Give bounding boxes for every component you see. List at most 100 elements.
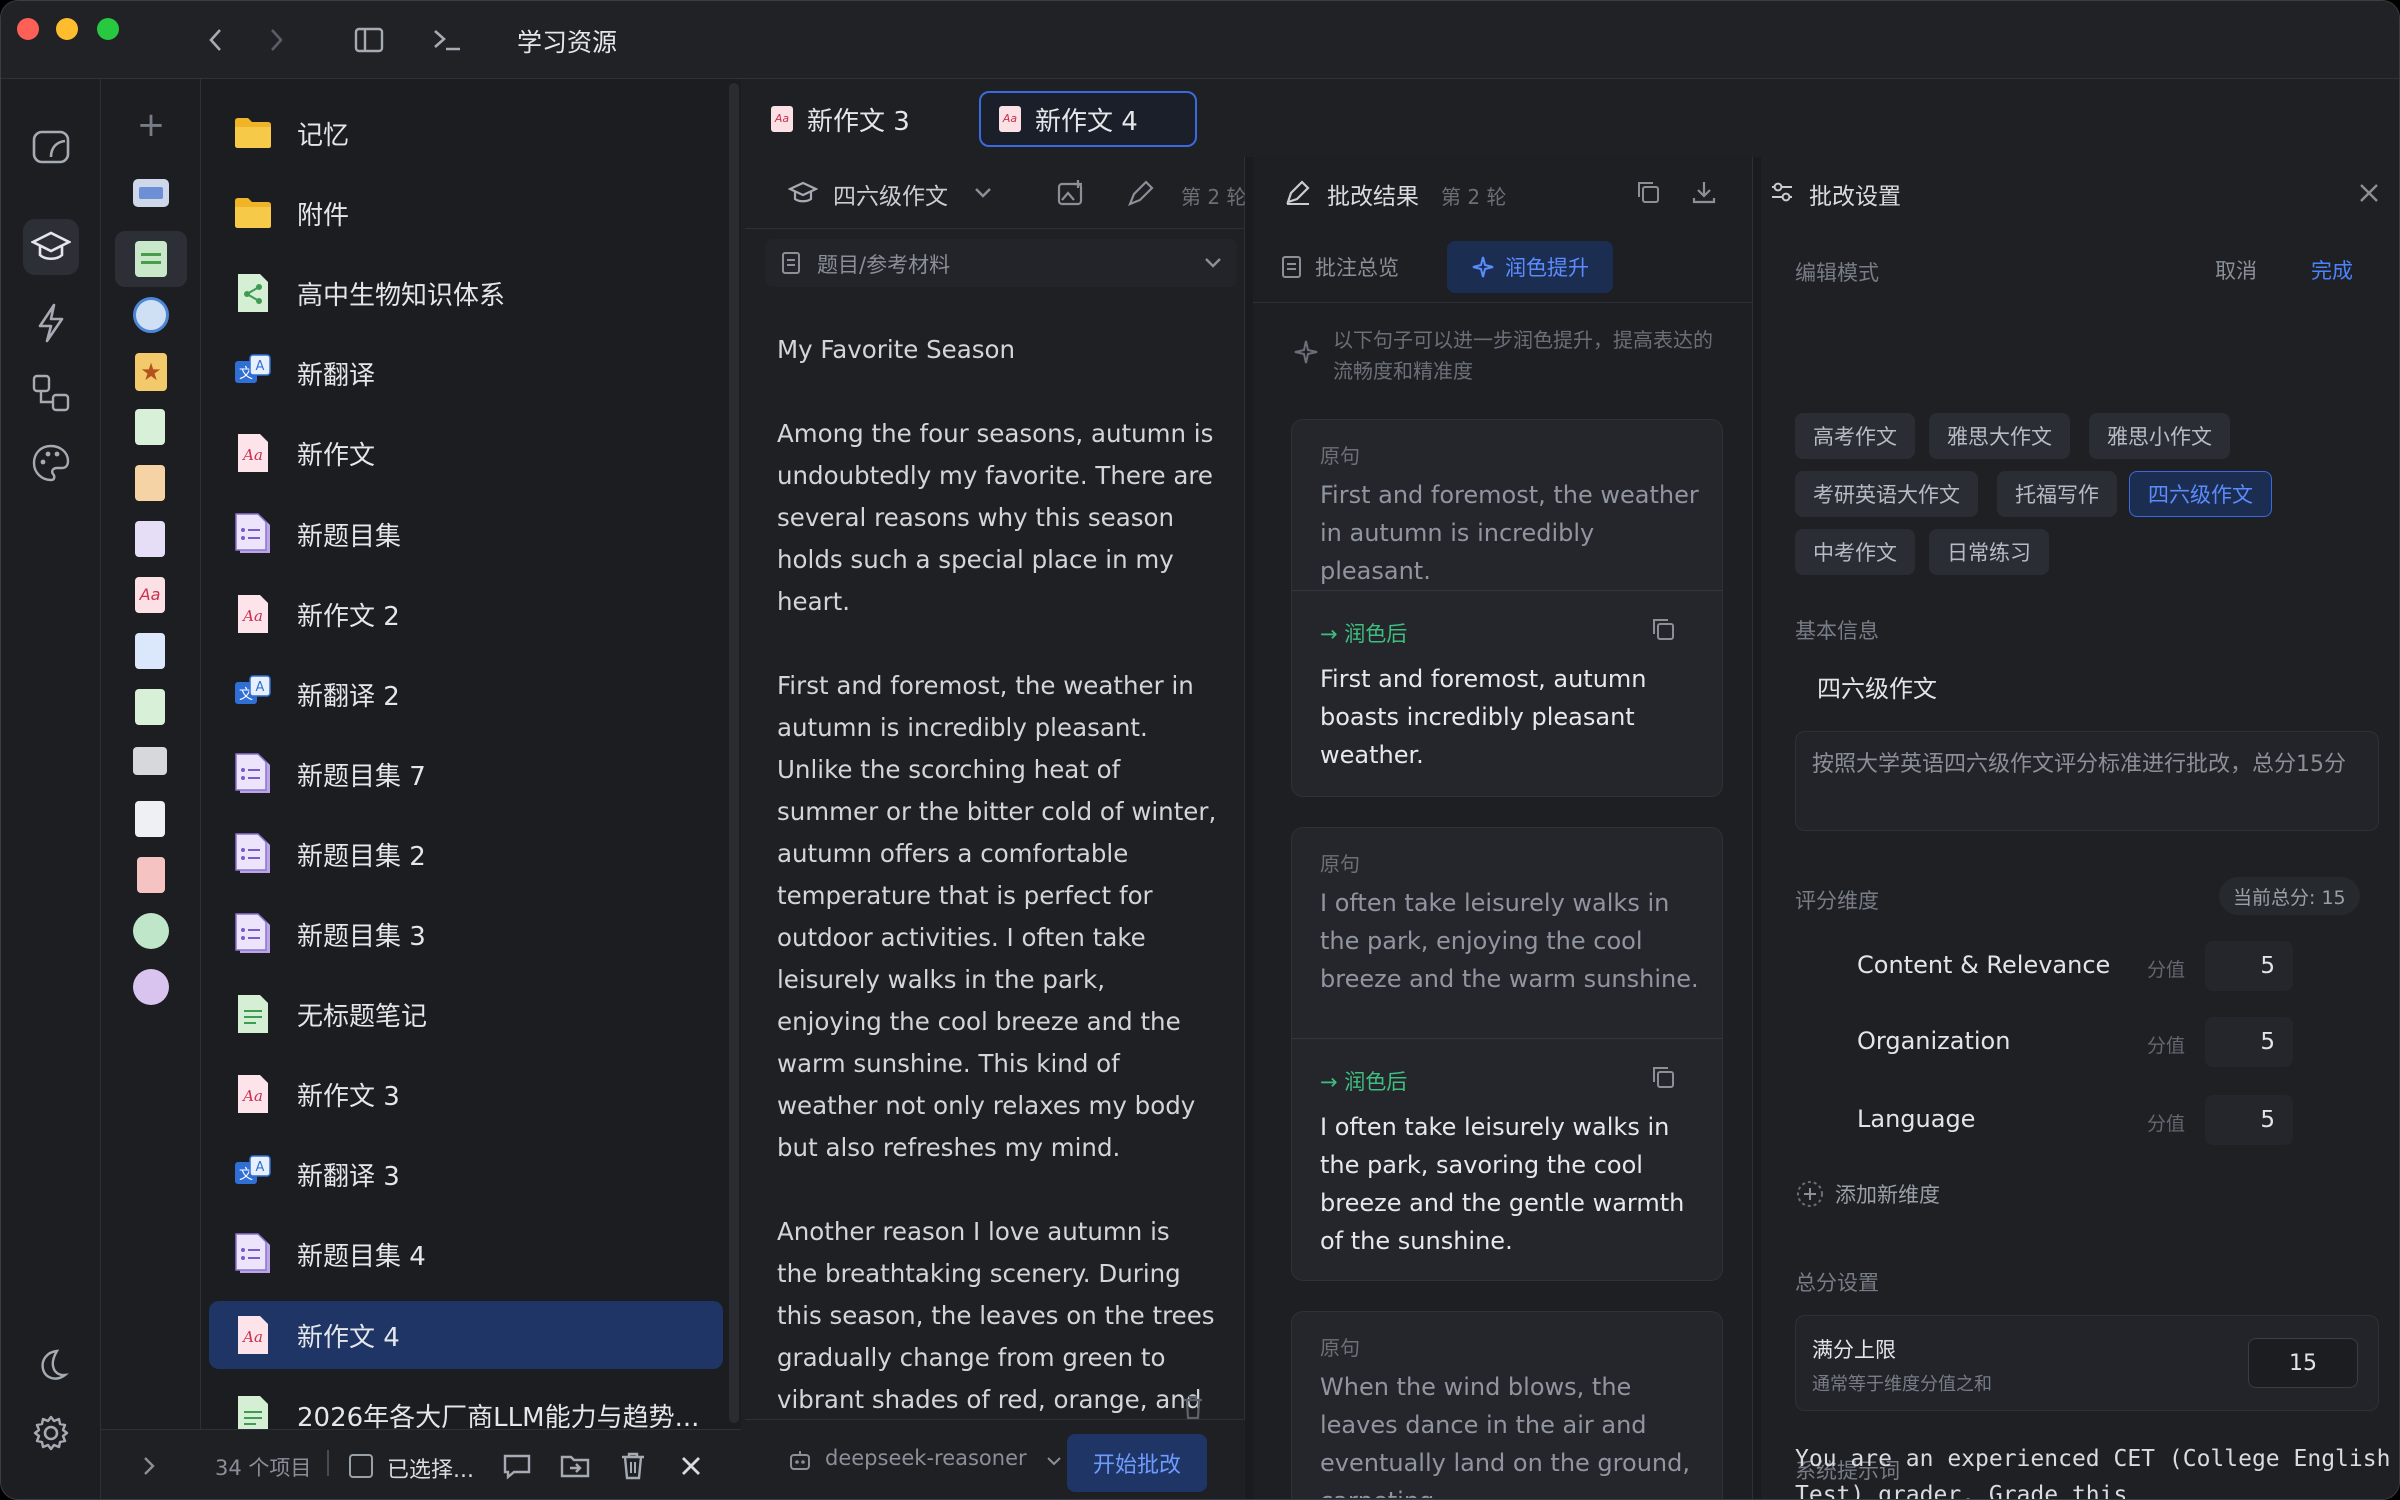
mindmap-file-icon[interactable] xyxy=(135,689,165,725)
max-score-input[interactable]: 15 xyxy=(2248,1338,2358,1388)
preset-chip-selected[interactable]: 四六级作文 xyxy=(2129,471,2272,517)
image-file-icon[interactable] xyxy=(133,747,167,775)
doc-green-icon[interactable] xyxy=(135,409,165,445)
file-list-item[interactable]: 新题目集 2 xyxy=(209,820,723,888)
file-list-item[interactable]: 新题目集 4 xyxy=(209,1220,723,1288)
score-input[interactable]: 5 xyxy=(2205,941,2293,991)
clock-icon[interactable] xyxy=(133,297,169,333)
file-list-item[interactable]: 附件 xyxy=(209,179,723,247)
tab-essay-3[interactable]: Aa 新作文 3 xyxy=(771,91,931,147)
dimension-name[interactable]: Organization xyxy=(1857,1027,2010,1055)
comment-icon[interactable] xyxy=(499,1448,535,1484)
preset-chip[interactable]: 考研英语大作文 xyxy=(1795,471,1978,517)
description-textarea[interactable]: 按照大学英语四六级作文评分标准进行批改，总分15分 xyxy=(1795,731,2379,831)
done-button[interactable]: 完成 xyxy=(2311,255,2353,285)
download-icon[interactable] xyxy=(1689,177,1719,207)
tab-annotation-overview[interactable]: 批注总览 xyxy=(1281,241,1431,293)
question-set-file-icon[interactable] xyxy=(135,521,165,557)
translate-file-icon[interactable] xyxy=(135,633,165,669)
file-list-item[interactable]: 文 A 新翻译 3 xyxy=(209,1140,723,1208)
file-list-item[interactable]: Aa 新作文 2 xyxy=(209,580,723,648)
start-grading-button[interactable]: 开始批改 xyxy=(1067,1434,1207,1492)
file-list-item[interactable]: 新题目集 xyxy=(209,500,723,568)
model-select[interactable]: deepseek-reasoner xyxy=(825,1446,1027,1470)
lightning-icon[interactable] xyxy=(27,299,75,347)
palette-icon[interactable] xyxy=(27,439,75,487)
pane-splitter[interactable] xyxy=(1753,157,1761,1499)
terminal-icon[interactable] xyxy=(429,23,465,57)
file-list-item[interactable]: 高中生物知识体系 xyxy=(209,259,723,327)
chevron-down-icon[interactable] xyxy=(969,179,997,207)
add-dimension-button[interactable]: 添加新维度 xyxy=(1795,1179,1940,1209)
close-icon[interactable] xyxy=(673,1448,709,1484)
maximize-window-button[interactable] xyxy=(97,18,119,40)
essay-type-select[interactable]: 四六级作文 xyxy=(833,177,948,211)
tab-essay-4[interactable]: Aa 新作文 4 xyxy=(979,91,1197,147)
system-prompt-textarea[interactable]: You are an experienced CET (College Engl… xyxy=(1795,1441,2395,1499)
pen-icon[interactable] xyxy=(1125,177,1157,209)
file-list-scrollbar[interactable] xyxy=(729,83,739,1423)
selected-label: 已选择... xyxy=(387,1458,474,1483)
template-name-input[interactable]: 四六级作文 xyxy=(1817,669,1937,704)
tab-polish[interactable]: 润色提升 xyxy=(1447,241,1613,293)
pane-splitter[interactable] xyxy=(1245,157,1253,1499)
chevron-down-icon[interactable] xyxy=(1045,1452,1063,1470)
preset-chip[interactable]: 雅思大作文 xyxy=(1929,413,2070,459)
graph-icon[interactable] xyxy=(133,969,169,1005)
forward-arrow-icon[interactable] xyxy=(261,23,291,57)
file-list-item[interactable]: 新题目集 7 xyxy=(209,740,723,808)
file-list-item[interactable]: Aa 新作文 3 xyxy=(209,1060,723,1128)
workflow-icon[interactable] xyxy=(27,369,75,417)
question-set-file-icon xyxy=(231,1232,275,1276)
file-name: 新题目集 3 xyxy=(297,921,426,952)
score-input[interactable]: 5 xyxy=(2205,1095,2293,1145)
card-icon[interactable] xyxy=(133,179,169,207)
essay-text[interactable]: My Favorite Season Among the four season… xyxy=(777,329,1217,1419)
file-list-item[interactable]: 文 A 新翻译 2 xyxy=(209,660,723,728)
dimension-name[interactable]: Content & Relevance xyxy=(1857,951,2110,979)
minimize-window-button[interactable] xyxy=(56,18,78,40)
close-icon[interactable] xyxy=(2355,179,2383,207)
file-list-item[interactable]: 文 A 新翻译 xyxy=(209,339,723,407)
expand-chevron-icon[interactable] xyxy=(135,1452,163,1480)
close-window-button[interactable] xyxy=(17,18,39,40)
add-icon[interactable]: + xyxy=(133,105,169,145)
essay-file-icon[interactable]: Aa xyxy=(135,577,165,613)
moon-icon[interactable] xyxy=(27,1341,75,1389)
reference-material-bar[interactable]: 题目/参考材料 xyxy=(765,239,1237,287)
clipboard-icon[interactable] xyxy=(135,465,165,501)
preset-chip[interactable]: 高考作文 xyxy=(1795,413,1915,459)
back-arrow-icon[interactable] xyxy=(201,23,231,57)
learning-hat-icon[interactable] xyxy=(23,219,79,275)
notes-app-icon[interactable] xyxy=(27,123,75,171)
cancel-button[interactable]: 取消 xyxy=(2215,255,2257,285)
preset-chip[interactable]: 托福写作 xyxy=(1997,471,2117,517)
file-list-item[interactable]: Aa 新作文 xyxy=(209,419,723,487)
image-add-icon[interactable] xyxy=(1055,177,1087,209)
star-file-icon[interactable]: ★ xyxy=(135,353,167,391)
file-list-item[interactable]: 记忆 xyxy=(209,99,723,167)
original-label: 原句 xyxy=(1320,852,1360,876)
gear-icon[interactable] xyxy=(27,1409,75,1457)
copy-icon[interactable] xyxy=(1633,177,1663,207)
file-list-item[interactable]: 新题目集 3 xyxy=(209,900,723,968)
database-icon[interactable] xyxy=(133,913,169,949)
dimension-name[interactable]: Language xyxy=(1857,1105,1975,1133)
trash-file-icon[interactable] xyxy=(137,857,165,893)
blank-file-icon[interactable] xyxy=(135,801,165,837)
trash-icon[interactable] xyxy=(615,1448,651,1484)
file-list-bottombar: 34 个项目 已选择... xyxy=(101,1429,741,1499)
sidebar-toggle-icon[interactable] xyxy=(351,23,387,57)
preset-chip[interactable]: 中考作文 xyxy=(1795,529,1915,575)
preset-chip[interactable]: 日常练习 xyxy=(1929,529,2049,575)
copy-icon[interactable] xyxy=(1648,1062,1678,1092)
file-list-item[interactable]: 无标题笔记 xyxy=(209,980,723,1048)
note-file-icon[interactable] xyxy=(135,241,167,277)
copy-icon[interactable] xyxy=(1648,614,1678,644)
file-list-item[interactable]: Aa 新作文 4 xyxy=(209,1301,723,1369)
score-input[interactable]: 5 xyxy=(2205,1017,2293,1067)
preset-chip[interactable]: 雅思小作文 xyxy=(2089,413,2230,459)
move-to-folder-icon[interactable] xyxy=(557,1448,593,1484)
chevron-down-icon[interactable] xyxy=(1201,251,1225,275)
select-all-checkbox[interactable] xyxy=(349,1454,373,1478)
